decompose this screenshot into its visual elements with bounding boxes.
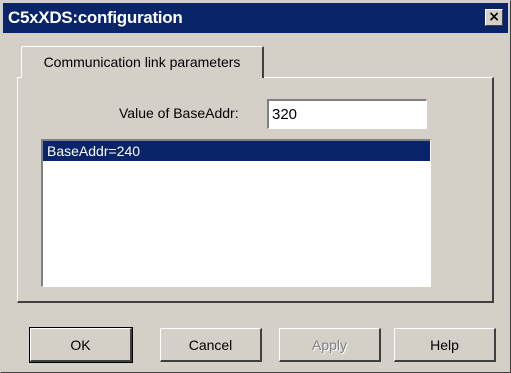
apply-button[interactable]: Apply — [279, 328, 381, 362]
close-icon: × — [488, 9, 500, 25]
baseaddr-input[interactable] — [267, 99, 427, 129]
title-bar[interactable]: C5xXDS:configuration × — [3, 3, 508, 33]
baseaddr-listbox[interactable]: BaseAddr=240 — [41, 139, 431, 287]
configuration-dialog: C5xXDS:configuration × Communication lin… — [0, 0, 511, 373]
tab-label: Communication link parameters — [43, 54, 241, 70]
close-button[interactable]: × — [485, 9, 503, 26]
ok-button[interactable]: OK — [29, 327, 133, 363]
cancel-button[interactable]: Cancel — [160, 328, 262, 362]
window-title: C5xXDS:configuration — [8, 8, 183, 27]
tab-communication-link-parameters[interactable]: Communication link parameters — [21, 46, 264, 78]
help-button[interactable]: Help — [394, 328, 496, 362]
baseaddr-label: Value of BaseAddr: — [119, 105, 239, 121]
list-item[interactable]: BaseAddr=240 — [43, 141, 430, 161]
